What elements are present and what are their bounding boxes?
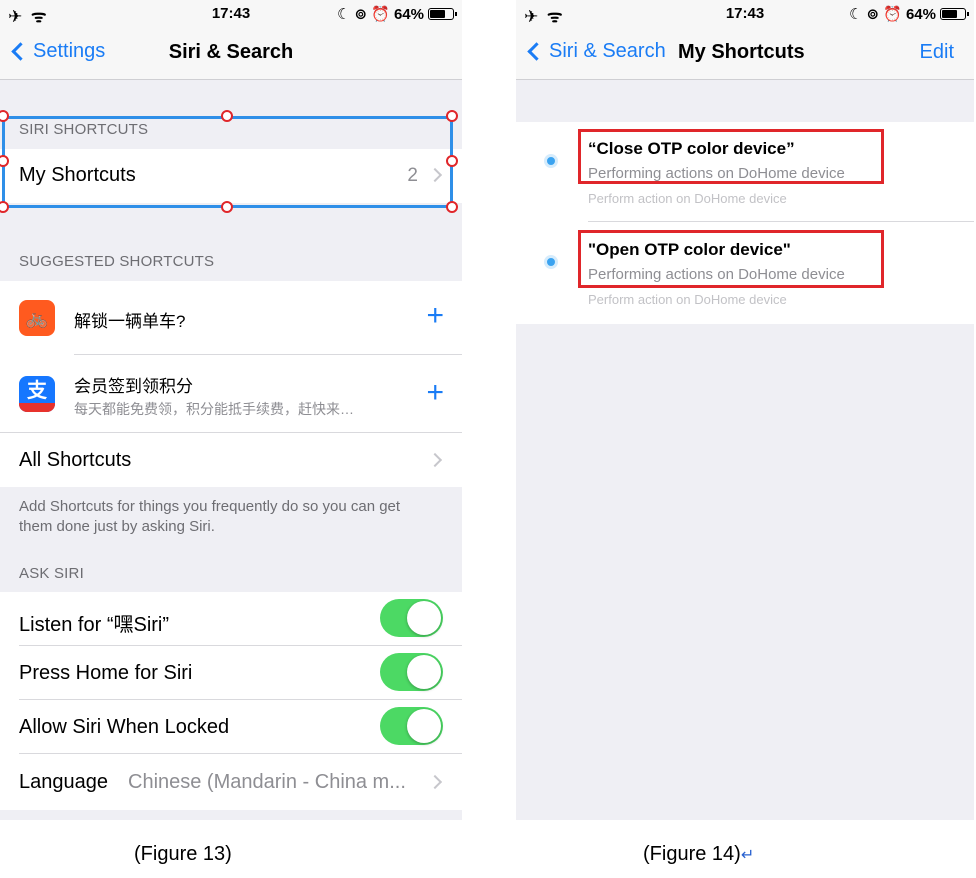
language-row[interactable]: Language Chinese (Mandarin - China m... — [0, 754, 462, 810]
figure-caption-14-text: (Figure 14) — [643, 843, 741, 865]
back-button[interactable]: Siri & Search — [524, 40, 666, 63]
battery-percent: 64% — [393, 5, 424, 23]
toggle-knob — [407, 709, 441, 743]
toggle-label: Listen for “嘿Siri” — [19, 614, 170, 636]
toggle-knob — [407, 655, 441, 689]
edit-button[interactable]: Edit — [920, 41, 954, 64]
language-value: Chinese (Mandarin - China m... — [128, 771, 406, 793]
dohome-icon — [544, 154, 558, 168]
ask-siri-header: ASK SIRI — [19, 565, 84, 582]
toggle-label: Allow Siri When Locked — [19, 716, 230, 738]
figure-caption-13: (Figure 13) — [134, 843, 232, 865]
annotation-handle — [446, 201, 458, 213]
add-shortcut-plus-icon[interactable]: + — [426, 378, 444, 408]
my-shortcuts-screen: ✈ ᯤ 17:43 ☾ ⊚ ⏰ 64% Siri & Search My Sho… — [516, 0, 974, 820]
allow-when-locked-toggle[interactable] — [380, 707, 443, 745]
chevron-right-icon — [427, 452, 443, 468]
suggested-shortcut-row[interactable]: 🚲 解锁一辆单车? + — [0, 281, 462, 355]
return-arrow-icon: ↵ — [740, 847, 755, 864]
suggested-title: 会员签到领积分 — [74, 377, 193, 396]
suggested-title: 解锁一辆单车? — [74, 312, 186, 331]
annotation-handle — [221, 110, 233, 122]
battery-icon — [428, 8, 457, 20]
back-label: Siri & Search — [549, 40, 666, 62]
toggle-knob — [407, 601, 441, 635]
toggle-row-listen: Listen for “嘿Siri” — [0, 592, 462, 646]
chevron-right-icon — [427, 774, 443, 790]
nav-bar: Siri & Search My Shortcuts Edit — [516, 28, 974, 80]
all-shortcuts-label: All Shortcuts — [19, 449, 132, 471]
toggle-label: Press Home for Siri — [19, 662, 193, 684]
annotation-handle — [0, 201, 9, 213]
add-shortcut-plus-icon[interactable]: + — [426, 301, 444, 331]
status-bar: ✈ ᯤ 17:43 ☾ ⊚ ⏰ 64% — [0, 0, 462, 28]
toggle-row-locked: Allow Siri When Locked — [0, 700, 462, 754]
annotation-handle — [446, 155, 458, 167]
annotation-handle — [221, 201, 233, 213]
highlight-box-close — [578, 129, 884, 184]
siri-search-screen: ✈ ᯤ 17:43 ☾ ⊚ ⏰ 64% Settings Siri & Sear… — [0, 0, 462, 820]
chevron-left-icon — [527, 42, 546, 61]
battery-icon — [940, 8, 969, 20]
shortcut-detail: Perform action on DoHome device — [588, 292, 787, 307]
bike-icon: 🚲 — [19, 300, 55, 336]
shortcut-detail: Perform action on DoHome device — [588, 191, 787, 206]
language-label: Language — [19, 771, 108, 793]
all-shortcuts-row[interactable]: All Shortcuts — [0, 433, 462, 487]
suggested-subtitle: 每天都能免费领，积分能抵手续费，赶快来… — [74, 401, 354, 417]
moon-lock-alarm-icons: ☾ ⊚ ⏰ — [848, 6, 902, 23]
nav-bar: Settings Siri & Search — [0, 28, 462, 80]
listen-hey-siri-toggle[interactable] — [380, 599, 443, 637]
page-title: Siri & Search — [168, 41, 294, 63]
selection-annotation-box — [2, 116, 453, 208]
battery-percent: 64% — [905, 5, 936, 23]
suggested-shortcuts-header: SUGGESTED SHORTCUTS — [19, 253, 215, 270]
figure-caption-14: (Figure 14)↵ — [643, 843, 754, 866]
annotation-handle — [446, 110, 458, 122]
status-bar: ✈ ᯤ 17:43 ☾ ⊚ ⏰ 64% — [516, 0, 974, 28]
press-home-toggle[interactable] — [380, 653, 443, 691]
toggle-row-home: Press Home for Siri — [0, 646, 462, 700]
page-title: My Shortcuts — [678, 41, 805, 63]
alipay-icon: 支 — [19, 376, 55, 412]
highlight-box-open — [578, 230, 884, 288]
dohome-icon — [544, 255, 558, 269]
suggested-footer-note: Add Shortcuts for things you frequently … — [19, 498, 401, 535]
moon-lock-alarm-icons: ☾ ⊚ ⏰ — [336, 6, 390, 23]
suggested-shortcut-row[interactable]: 支 会员签到领积分 每天都能免费领，积分能抵手续费，赶快来… + — [0, 355, 462, 433]
